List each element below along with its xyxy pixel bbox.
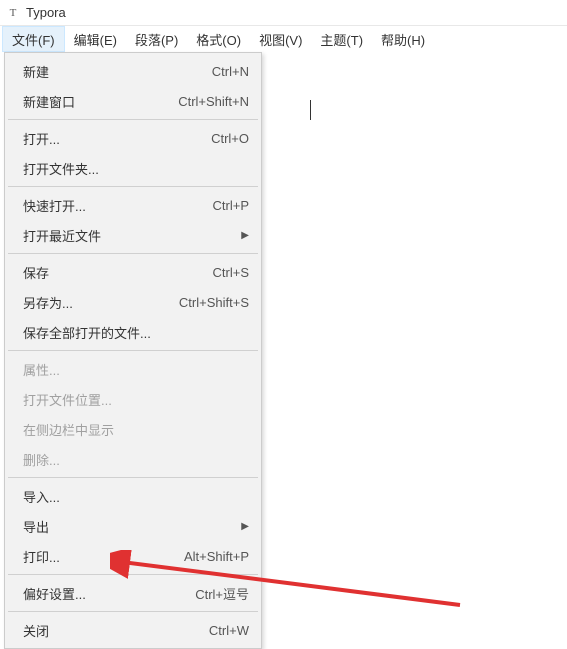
file-menu-dropdown: 新建 Ctrl+N 新建窗口 Ctrl+Shift+N 打开... Ctrl+O 打开文件夹… <box>4 52 262 649</box>
titlebar: T Typora <box>0 0 567 26</box>
menu-item-shortcut: Ctrl+S <box>213 265 249 280</box>
menubar-item-label: 主题(T) <box>320 30 363 49</box>
menu-item-label: 导出 <box>23 517 239 536</box>
menu-item-label: 打印... <box>23 547 164 566</box>
menu-separator <box>8 574 258 575</box>
menu-item-shortcut: Ctrl+W <box>209 623 249 638</box>
menubar-item-2[interactable]: 段落(P) <box>126 26 187 52</box>
menu-item-label: 打开文件位置... <box>23 390 249 409</box>
menu-item-label: 打开文件夹... <box>23 159 249 178</box>
menu-item[interactable]: 保存 Ctrl+S <box>7 257 259 287</box>
chevron-right-icon: ▶ <box>239 230 249 241</box>
menu-item-shortcut: Ctrl+O <box>211 131 249 146</box>
menubar-item-label: 格式(O) <box>196 30 241 49</box>
menu-item-label: 导入... <box>23 487 249 506</box>
menu-item[interactable]: 打开文件夹... <box>7 153 259 183</box>
menu-item-label: 另存为... <box>23 293 159 312</box>
menu-item[interactable]: 打印... Alt+Shift+P <box>7 541 259 571</box>
menu-item[interactable]: 快速打开... Ctrl+P <box>7 190 259 220</box>
menu-item-label: 关闭 <box>23 621 189 640</box>
menu-item[interactable]: 新建 Ctrl+N <box>7 56 259 86</box>
menubar-item-1[interactable]: 编辑(E) <box>65 26 126 52</box>
menubar-item-label: 帮助(H) <box>381 30 425 49</box>
app-icon: T <box>6 6 20 20</box>
menu-item: 打开文件位置... <box>7 384 259 414</box>
menu-item-shortcut: Ctrl+P <box>213 198 249 213</box>
menu-item-label: 保存全部打开的文件... <box>23 323 249 342</box>
menu-item-label: 新建 <box>23 62 192 81</box>
menu-separator <box>8 253 258 254</box>
menu-item-shortcut: Ctrl+N <box>212 64 249 79</box>
menu-separator <box>8 119 258 120</box>
menubar: 文件(F) 编辑(E) 段落(P) 格式(O) 视图(V) 主题(T) 帮助(H) <box>0 26 567 52</box>
menubar-item-label: 文件(F) <box>12 30 55 49</box>
menubar-item-label: 视图(V) <box>259 30 302 49</box>
menu-item[interactable]: 导出▶ <box>7 511 259 541</box>
menu-item-label: 属性... <box>23 360 249 379</box>
chevron-right-icon: ▶ <box>239 521 249 532</box>
app-title: Typora <box>26 5 66 20</box>
menu-item-label: 新建窗口 <box>23 92 158 111</box>
menubar-item-0[interactable]: 文件(F) <box>2 26 65 52</box>
menu-item: 在侧边栏中显示 <box>7 414 259 444</box>
text-cursor <box>310 100 311 120</box>
menubar-item-5[interactable]: 主题(T) <box>311 26 372 52</box>
menubar-item-4[interactable]: 视图(V) <box>250 26 311 52</box>
menu-item: 删除... <box>7 444 259 474</box>
menu-item-label: 删除... <box>23 450 249 469</box>
menu-item[interactable]: 另存为... Ctrl+Shift+S <box>7 287 259 317</box>
menu-item-label: 在侧边栏中显示 <box>23 420 249 439</box>
menubar-item-label: 段落(P) <box>135 30 178 49</box>
menu-separator <box>8 186 258 187</box>
menu-item[interactable]: 关闭 Ctrl+W <box>7 615 259 645</box>
menu-item-label: 打开最近文件 <box>23 226 239 245</box>
menubar-item-label: 编辑(E) <box>74 30 117 49</box>
menubar-item-3[interactable]: 格式(O) <box>187 26 250 52</box>
menu-item-shortcut: Ctrl+Shift+S <box>179 295 249 310</box>
menu-separator <box>8 477 258 478</box>
menu-item[interactable]: 导入... <box>7 481 259 511</box>
editor-area[interactable] <box>270 60 567 613</box>
menu-item[interactable]: 保存全部打开的文件... <box>7 317 259 347</box>
menu-item[interactable]: 偏好设置... Ctrl+逗号 <box>7 578 259 608</box>
menu-item-label: 偏好设置... <box>23 584 175 603</box>
menu-item-shortcut: Alt+Shift+P <box>184 549 249 564</box>
menubar-item-6[interactable]: 帮助(H) <box>372 26 434 52</box>
menu-item[interactable]: 打开最近文件▶ <box>7 220 259 250</box>
menu-separator <box>8 611 258 612</box>
menu-separator <box>8 350 258 351</box>
menu-item-shortcut: Ctrl+Shift+N <box>178 94 249 109</box>
menu-item[interactable]: 新建窗口 Ctrl+Shift+N <box>7 86 259 116</box>
menu-item-label: 打开... <box>23 129 191 148</box>
menu-item: 属性... <box>7 354 259 384</box>
menu-item[interactable]: 打开... Ctrl+O <box>7 123 259 153</box>
menu-item-shortcut: Ctrl+逗号 <box>195 584 249 603</box>
menu-item-label: 保存 <box>23 263 193 282</box>
menu-item-label: 快速打开... <box>23 196 193 215</box>
